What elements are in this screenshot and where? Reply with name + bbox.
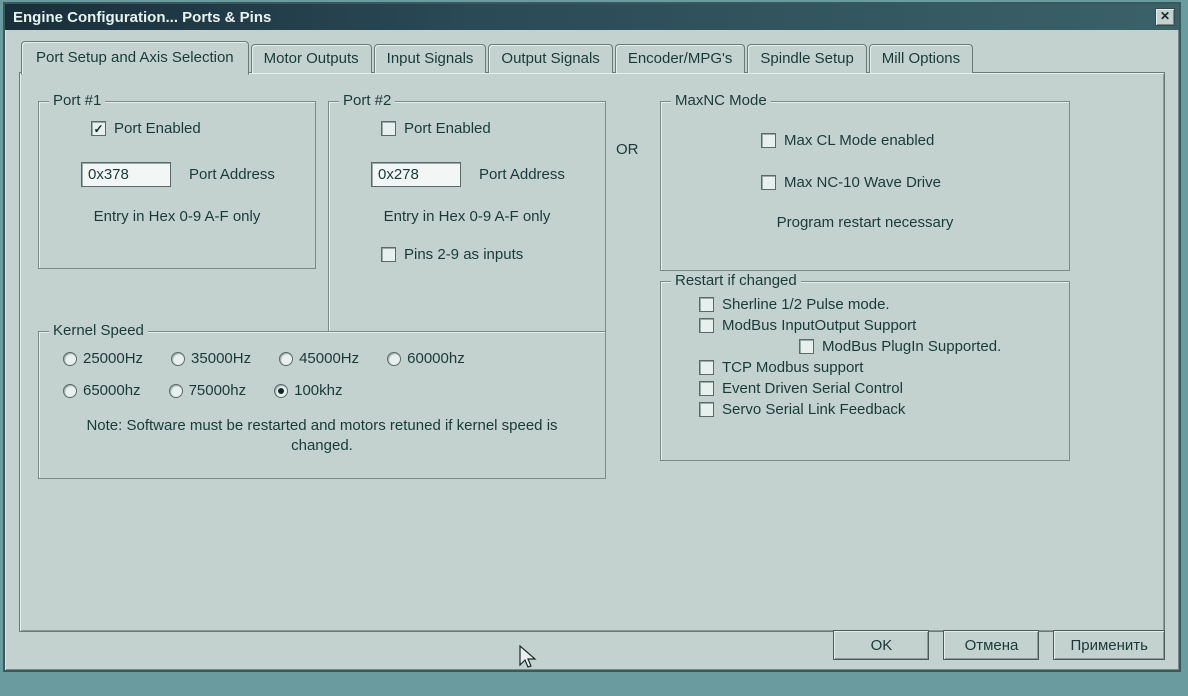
legend-maxnc: MaxNC Mode bbox=[671, 92, 771, 109]
groupbox-restart: Restart if changed Sherline 1/2 Pulse mo… bbox=[660, 281, 1070, 461]
checkbox-icon bbox=[699, 360, 714, 375]
kernel-radio-45000[interactable]: 45000Hz bbox=[279, 350, 359, 367]
port2-enabled-label: Port Enabled bbox=[404, 120, 491, 137]
kernel-radio-25000[interactable]: 25000Hz bbox=[63, 350, 143, 367]
apply-button[interactable]: Применить bbox=[1053, 630, 1165, 660]
groupbox-maxnc: MaxNC Mode Max CL Mode enabled Max NC-10… bbox=[660, 101, 1070, 271]
checkbox-icon bbox=[699, 297, 714, 312]
port1-address-input[interactable] bbox=[81, 162, 171, 187]
maxnc-wave-drive-label: Max NC-10 Wave Drive bbox=[784, 174, 941, 191]
restart-modbus-io-label: ModBus InputOutput Support bbox=[722, 317, 916, 334]
or-label: OR bbox=[616, 141, 639, 158]
restart-sherline-row[interactable]: Sherline 1/2 Pulse mode. bbox=[699, 296, 1059, 313]
port2-address-input[interactable] bbox=[371, 162, 461, 187]
legend-port1: Port #1 bbox=[49, 92, 105, 109]
checkbox-icon: ✓ bbox=[91, 121, 106, 136]
radio-icon bbox=[169, 384, 183, 398]
restart-modbus-plugin-row[interactable]: ModBus PlugIn Supported. bbox=[799, 338, 1059, 355]
maxnc-cl-mode-row[interactable]: Max CL Mode enabled bbox=[761, 132, 934, 149]
restart-modbus-io-row[interactable]: ModBus InputOutput Support bbox=[699, 317, 1059, 334]
kernel-radio-35000[interactable]: 35000Hz bbox=[171, 350, 251, 367]
port2-enabled-row[interactable]: Port Enabled bbox=[381, 120, 491, 137]
restart-servo-serial-label: Servo Serial Link Feedback bbox=[722, 401, 905, 418]
checkbox-icon bbox=[699, 402, 714, 417]
tab-panel: Port #1 ✓ Port Enabled Port Address Entr… bbox=[19, 72, 1165, 632]
port2-address-label: Port Address bbox=[479, 166, 565, 183]
legend-port2: Port #2 bbox=[339, 92, 395, 109]
kernel-note: Note: Software must be restarted and mot… bbox=[59, 416, 585, 457]
radio-icon bbox=[387, 352, 401, 366]
kernel-radio-100k[interactable]: 100khz bbox=[274, 382, 342, 399]
tab-output-signals[interactable]: Output Signals bbox=[488, 44, 612, 73]
restart-tcp-modbus-label: TCP Modbus support bbox=[722, 359, 863, 376]
port1-hex-hint: Entry in Hex 0-9 A-F only bbox=[39, 208, 315, 225]
tab-mill-options[interactable]: Mill Options bbox=[869, 44, 973, 73]
port1-enabled-label: Port Enabled bbox=[114, 120, 201, 137]
radio-icon bbox=[279, 352, 293, 366]
radio-icon bbox=[63, 352, 77, 366]
groupbox-kernel: Kernel Speed 25000Hz 35000Hz 45000Hz 600… bbox=[38, 331, 606, 479]
restart-modbus-plugin-label: ModBus PlugIn Supported. bbox=[822, 338, 1001, 355]
radio-icon bbox=[274, 384, 288, 398]
restart-tcp-modbus-row[interactable]: TCP Modbus support bbox=[699, 359, 1059, 376]
maxnc-restart-note: Program restart necessary bbox=[661, 214, 1069, 231]
restart-event-serial-label: Event Driven Serial Control bbox=[722, 380, 903, 397]
titlebar: Engine Configuration... Ports & Pins ✕ bbox=[5, 4, 1179, 30]
cancel-button[interactable]: Отмена bbox=[943, 630, 1039, 660]
tab-row: Port Setup and Axis Selection Motor Outp… bbox=[21, 40, 1165, 73]
port2-pins-inputs-label: Pins 2-9 as inputs bbox=[404, 246, 523, 263]
port2-hex-hint: Entry in Hex 0-9 A-F only bbox=[329, 208, 605, 225]
checkbox-icon bbox=[761, 133, 776, 148]
port2-pins-inputs-row[interactable]: Pins 2-9 as inputs bbox=[381, 246, 523, 263]
window-title: Engine Configuration... Ports & Pins bbox=[13, 9, 271, 26]
radio-icon bbox=[171, 352, 185, 366]
legend-kernel: Kernel Speed bbox=[49, 322, 148, 339]
dialog-window: Engine Configuration... Ports & Pins ✕ P… bbox=[3, 2, 1181, 672]
close-button[interactable]: ✕ bbox=[1155, 8, 1175, 26]
tab-port-setup[interactable]: Port Setup and Axis Selection bbox=[21, 41, 249, 75]
port1-address-label: Port Address bbox=[189, 166, 275, 183]
port1-enabled-row[interactable]: ✓ Port Enabled bbox=[91, 120, 201, 137]
restart-sherline-label: Sherline 1/2 Pulse mode. bbox=[722, 296, 890, 313]
kernel-radio-60000[interactable]: 60000hz bbox=[387, 350, 465, 367]
maxnc-cl-mode-label: Max CL Mode enabled bbox=[784, 132, 934, 149]
groupbox-port1: Port #1 ✓ Port Enabled Port Address Entr… bbox=[38, 101, 316, 269]
restart-servo-serial-row[interactable]: Servo Serial Link Feedback bbox=[699, 401, 1059, 418]
tab-encoder-mpg[interactable]: Encoder/MPG's bbox=[615, 44, 746, 73]
cursor-icon bbox=[518, 645, 540, 673]
radio-icon bbox=[63, 384, 77, 398]
tab-motor-outputs[interactable]: Motor Outputs bbox=[251, 44, 372, 73]
legend-restart: Restart if changed bbox=[671, 272, 801, 289]
maxnc-wave-drive-row[interactable]: Max NC-10 Wave Drive bbox=[761, 174, 941, 191]
groupbox-port2: Port #2 Port Enabled Port Address Entry … bbox=[328, 101, 606, 333]
checkbox-icon bbox=[761, 175, 776, 190]
checkbox-icon bbox=[381, 247, 396, 262]
tab-spindle-setup[interactable]: Spindle Setup bbox=[747, 44, 866, 73]
checkbox-icon bbox=[699, 318, 714, 333]
checkbox-icon bbox=[381, 121, 396, 136]
ok-button[interactable]: OK bbox=[833, 630, 929, 660]
dialog-body: Port Setup and Axis Selection Motor Outp… bbox=[5, 30, 1179, 670]
dialog-button-row: OK Отмена Применить bbox=[833, 630, 1165, 660]
restart-event-serial-row[interactable]: Event Driven Serial Control bbox=[699, 380, 1059, 397]
kernel-radio-75000[interactable]: 75000hz bbox=[169, 382, 247, 399]
kernel-radio-65000[interactable]: 65000hz bbox=[63, 382, 141, 399]
checkbox-icon bbox=[799, 339, 814, 354]
checkbox-icon bbox=[699, 381, 714, 396]
tab-input-signals[interactable]: Input Signals bbox=[374, 44, 487, 73]
